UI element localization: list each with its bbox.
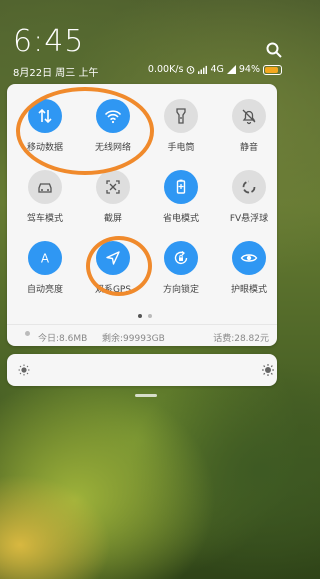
mobile-data-icon: [38, 108, 52, 124]
toggle-button[interactable]: [232, 170, 266, 204]
page-dot-active: [138, 314, 142, 318]
toggle-tile[interactable]: 移动数据: [15, 99, 75, 153]
toggle-tile[interactable]: FV悬浮球: [219, 170, 279, 224]
toggle-button[interactable]: [96, 241, 130, 275]
toggle-button[interactable]: [164, 99, 198, 133]
sun-large-icon: [262, 364, 274, 376]
network-speed: 0.00K/s: [147, 64, 184, 75]
toggle-label: 护眼模式: [230, 285, 267, 295]
clock: 6:45: [13, 24, 85, 59]
search-icon[interactable]: [266, 42, 282, 58]
toggle-tile[interactable]: 驾车模式: [15, 170, 75, 224]
toggle-tile[interactable]: 双系GPS: [83, 241, 143, 295]
toggle-label: 手电筒: [167, 143, 195, 153]
battery-icon: [263, 64, 282, 75]
toggle-label: 省电模式: [162, 214, 199, 224]
toggle-button[interactable]: A: [28, 241, 62, 275]
toggle-tile[interactable]: 护眼模式: [219, 241, 279, 295]
rotation-lock-icon: [174, 250, 188, 265]
toggle-button[interactable]: [28, 99, 62, 133]
brightness-bar[interactable]: [7, 354, 277, 386]
toggle-tile[interactable]: 截屏: [83, 170, 143, 224]
date: 8月22日 周三 上午: [13, 68, 99, 79]
wifi-icon: [104, 110, 122, 124]
network-type: 4G: [210, 64, 224, 75]
toggle-tile[interactable]: 无线网络: [83, 99, 143, 153]
data-usage-bullet: [25, 331, 30, 336]
toggle-label: 静音: [239, 143, 258, 153]
remaining-data: 剩余:99993GB: [102, 334, 165, 344]
drawer-handle[interactable]: [135, 394, 157, 397]
toggle-button[interactable]: [164, 170, 198, 204]
signal-icon-2: [226, 65, 236, 74]
auto-brightness-icon: A: [41, 252, 50, 266]
toggle-label: 截屏: [103, 214, 122, 224]
status-indicators: 0.00K/s 4G 94%: [148, 64, 282, 75]
svg-text:A: A: [41, 252, 50, 266]
battery-saver-icon: [176, 179, 186, 194]
today-usage: 今日:8.6MB: [38, 334, 88, 344]
toggle-label: 双系GPS: [94, 285, 132, 295]
mute-bell-icon: [242, 109, 256, 125]
toggle-label: 自动亮度: [26, 285, 63, 295]
toggle-tile[interactable]: A 自动亮度: [15, 241, 75, 295]
phone-balance: 话费:28.82元: [213, 334, 269, 344]
toggle-button[interactable]: [232, 241, 266, 275]
eye-icon: [240, 254, 258, 262]
toggle-button[interactable]: [28, 170, 62, 204]
screenshot-icon: [106, 180, 120, 194]
toggle-button[interactable]: [96, 170, 130, 204]
battery-percent: 94%: [238, 64, 260, 75]
data-usage-row[interactable]: 今日:8.6MB 剩余:99993GB 话费:28.82元: [7, 324, 277, 347]
toggle-label: 方向锁定: [162, 285, 199, 295]
page-dot: [148, 314, 152, 318]
toggle-button[interactable]: [232, 99, 266, 133]
toggle-label: 移动数据: [26, 143, 63, 153]
toggle-tile[interactable]: 方向锁定: [151, 241, 211, 295]
toggle-label: FV悬浮球: [229, 214, 269, 224]
toggle-tile[interactable]: 静音: [219, 99, 279, 153]
sun-small-icon: [18, 364, 30, 376]
status-bar: 6:45 8月22日 周三 上午 0.00K/s 4G 94%: [0, 0, 291, 82]
toggle-button[interactable]: [164, 241, 198, 275]
flashlight-icon: [176, 108, 186, 124]
toggle-tile[interactable]: 省电模式: [151, 170, 211, 224]
alarm-icon: [187, 66, 195, 74]
floating-ball-icon: [242, 180, 256, 194]
signal-icon: [198, 65, 208, 74]
gps-icon: [106, 251, 120, 265]
toggle-label: 驾车模式: [26, 214, 63, 224]
toggle-tile[interactable]: 手电筒: [151, 99, 211, 153]
quick-settings-panel: 移动数据 无线网络 手电筒 静音驾车模式 截屏 省电模式 FV悬浮球 A 自动亮度 双系GPS 方向…: [7, 84, 277, 346]
toggle-label: 无线网络: [94, 143, 131, 153]
toggle-button[interactable]: [96, 99, 130, 133]
car-icon: [38, 183, 52, 193]
